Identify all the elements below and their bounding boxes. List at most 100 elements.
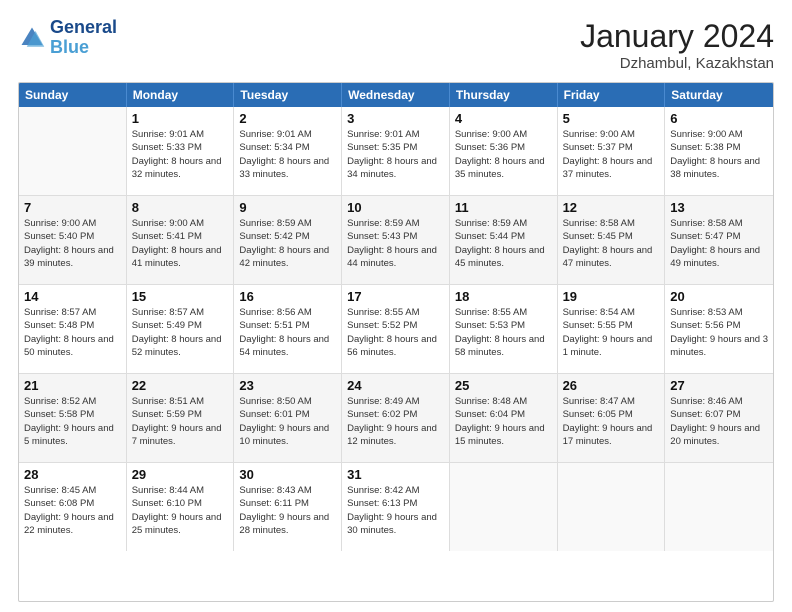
cell-details: Sunrise: 8:44 AMSunset: 6:10 PMDaylight:… <box>132 484 229 537</box>
subtitle: Dzhambul, Kazakhstan <box>580 55 774 72</box>
calendar-cell: 2 Sunrise: 9:01 AMSunset: 5:34 PMDaylight… <box>234 107 342 195</box>
day-number: 18 <box>455 289 552 304</box>
cell-details: Sunrise: 9:00 AMSunset: 5:38 PMDaylight:… <box>670 128 768 181</box>
cell-details: Sunrise: 8:52 AMSunset: 5:58 PMDaylight:… <box>24 395 121 448</box>
calendar-cell: 16 Sunrise: 8:56 AMSunset: 5:51 PMDayligh… <box>234 285 342 373</box>
header-day-thursday: Thursday <box>450 83 558 107</box>
calendar-cell: 7Sunrise: 9:00 AMSunset: 5:40 PMDaylight… <box>19 196 127 284</box>
cell-details: Sunrise: 8:55 AMSunset: 5:53 PMDaylight:… <box>455 306 552 359</box>
calendar-cell: 1Sunrise: 9:01 AMSunset: 5:33 PMDaylight… <box>127 107 235 195</box>
calendar-cell: 17 Sunrise: 8:55 AMSunset: 5:52 PMDayligh… <box>342 285 450 373</box>
cell-details: Sunrise: 8:47 AMSunset: 6:05 PMDaylight:… <box>563 395 660 448</box>
cell-details: Sunrise: 9:00 AMSunset: 5:37 PMDaylight:… <box>563 128 660 181</box>
cell-details: Sunrise: 8:57 AMSunset: 5:48 PMDaylight:… <box>24 306 121 359</box>
cell-details: Sunrise: 8:59 AMSunset: 5:44 PMDaylight:… <box>455 217 552 270</box>
calendar-cell: 21 Sunrise: 8:52 AMSunset: 5:58 PMDayligh… <box>19 374 127 462</box>
header-day-monday: Monday <box>127 83 235 107</box>
cell-details: Sunrise: 9:00 AMSunset: 5:36 PMDaylight:… <box>455 128 552 181</box>
cell-details: Sunrise: 9:01 AMSunset: 5:34 PMDaylight:… <box>239 128 336 181</box>
cell-details: Sunrise: 8:58 AMSunset: 5:47 PMDaylight:… <box>670 217 768 270</box>
calendar-cell: 31Sunrise: 8:42 AMSunset: 6:13 PMDayligh… <box>342 463 450 551</box>
day-number: 31 <box>347 467 444 482</box>
cell-details: Sunrise: 8:45 AMSunset: 6:08 PMDaylight:… <box>24 484 121 537</box>
calendar-cell: 8 Sunrise: 9:00 AMSunset: 5:41 PMDaylight… <box>127 196 235 284</box>
calendar-cell: 24Sunrise: 8:49 AMSunset: 6:02 PMDayligh… <box>342 374 450 462</box>
cell-details: Sunrise: 8:56 AMSunset: 5:51 PMDaylight:… <box>239 306 336 359</box>
day-number: 17 <box>347 289 444 304</box>
logo-line1: General <box>50 18 117 38</box>
day-number: 30 <box>239 467 336 482</box>
day-number: 21 <box>24 378 121 393</box>
day-number: 11 <box>455 200 552 215</box>
header-day-saturday: Saturday <box>665 83 773 107</box>
cell-details: Sunrise: 8:46 AMSunset: 6:07 PMDaylight:… <box>670 395 768 448</box>
calendar-cell <box>665 463 773 551</box>
calendar-cell <box>558 463 666 551</box>
cell-details: Sunrise: 8:54 AMSunset: 5:55 PMDaylight:… <box>563 306 660 359</box>
cell-details: Sunrise: 8:50 AMSunset: 6:01 PMDaylight:… <box>239 395 336 448</box>
calendar-cell <box>19 107 127 195</box>
day-number: 5 <box>563 111 660 126</box>
calendar: SundayMondayTuesdayWednesdayThursdayFrid… <box>18 82 774 602</box>
day-number: 22 <box>132 378 229 393</box>
calendar-week-1: 1Sunrise: 9:01 AMSunset: 5:33 PMDaylight… <box>19 107 773 196</box>
calendar-body: 1Sunrise: 9:01 AMSunset: 5:33 PMDaylight… <box>19 107 773 551</box>
calendar-cell: 9Sunrise: 8:59 AMSunset: 5:42 PMDaylight… <box>234 196 342 284</box>
day-number: 1 <box>132 111 229 126</box>
cell-details: Sunrise: 8:48 AMSunset: 6:04 PMDaylight:… <box>455 395 552 448</box>
calendar-cell: 4 Sunrise: 9:00 AMSunset: 5:36 PMDaylight… <box>450 107 558 195</box>
calendar-cell: 30 Sunrise: 8:43 AMSunset: 6:11 PMDayligh… <box>234 463 342 551</box>
cell-details: Sunrise: 8:55 AMSunset: 5:52 PMDaylight:… <box>347 306 444 359</box>
cell-details: Sunrise: 8:43 AMSunset: 6:11 PMDaylight:… <box>239 484 336 537</box>
calendar-cell <box>450 463 558 551</box>
day-number: 4 <box>455 111 552 126</box>
logo: General Blue <box>18 18 117 58</box>
calendar-cell: 20Sunrise: 8:53 AMSunset: 5:56 PMDayligh… <box>665 285 773 373</box>
calendar-cell: 11 Sunrise: 8:59 AMSunset: 5:44 PMDayligh… <box>450 196 558 284</box>
day-number: 2 <box>239 111 336 126</box>
main-title: January 2024 <box>580 18 774 55</box>
cell-details: Sunrise: 8:49 AMSunset: 6:02 PMDaylight:… <box>347 395 444 448</box>
logo-icon <box>18 24 46 52</box>
day-number: 27 <box>670 378 768 393</box>
calendar-header: SundayMondayTuesdayWednesdayThursdayFrid… <box>19 83 773 107</box>
day-number: 10 <box>347 200 444 215</box>
calendar-week-2: 7Sunrise: 9:00 AMSunset: 5:40 PMDaylight… <box>19 196 773 285</box>
calendar-cell: 13 Sunrise: 8:58 AMSunset: 5:47 PMDayligh… <box>665 196 773 284</box>
calendar-cell: 26Sunrise: 8:47 AMSunset: 6:05 PMDayligh… <box>558 374 666 462</box>
cell-details: Sunrise: 8:51 AMSunset: 5:59 PMDaylight:… <box>132 395 229 448</box>
header-day-friday: Friday <box>558 83 666 107</box>
page: General Blue January 2024 Dzhambul, Kaza… <box>0 0 792 612</box>
calendar-week-4: 21 Sunrise: 8:52 AMSunset: 5:58 PMDayligh… <box>19 374 773 463</box>
calendar-cell: 10Sunrise: 8:59 AMSunset: 5:43 PMDayligh… <box>342 196 450 284</box>
cell-details: Sunrise: 8:58 AMSunset: 5:45 PMDaylight:… <box>563 217 660 270</box>
day-number: 20 <box>670 289 768 304</box>
logo-text: General Blue <box>50 18 117 58</box>
calendar-cell: 5 Sunrise: 9:00 AMSunset: 5:37 PMDaylight… <box>558 107 666 195</box>
cell-details: Sunrise: 9:00 AMSunset: 5:40 PMDaylight:… <box>24 217 121 270</box>
title-block: January 2024 Dzhambul, Kazakhstan <box>580 18 774 72</box>
calendar-cell: 28 Sunrise: 8:45 AMSunset: 6:08 PMDayligh… <box>19 463 127 551</box>
cell-details: Sunrise: 9:00 AMSunset: 5:41 PMDaylight:… <box>132 217 229 270</box>
day-number: 3 <box>347 111 444 126</box>
calendar-cell: 6Sunrise: 9:00 AMSunset: 5:38 PMDaylight… <box>665 107 773 195</box>
day-number: 15 <box>132 289 229 304</box>
day-number: 28 <box>24 467 121 482</box>
header-day-tuesday: Tuesday <box>234 83 342 107</box>
day-number: 25 <box>455 378 552 393</box>
day-number: 29 <box>132 467 229 482</box>
calendar-cell: 25 Sunrise: 8:48 AMSunset: 6:04 PMDayligh… <box>450 374 558 462</box>
day-number: 8 <box>132 200 229 215</box>
cell-details: Sunrise: 9:01 AMSunset: 5:35 PMDaylight:… <box>347 128 444 181</box>
day-number: 19 <box>563 289 660 304</box>
day-number: 12 <box>563 200 660 215</box>
calendar-cell: 23 Sunrise: 8:50 AMSunset: 6:01 PMDayligh… <box>234 374 342 462</box>
day-number: 23 <box>239 378 336 393</box>
calendar-cell: 29 Sunrise: 8:44 AMSunset: 6:10 PMDayligh… <box>127 463 235 551</box>
calendar-cell: 18 Sunrise: 8:55 AMSunset: 5:53 PMDayligh… <box>450 285 558 373</box>
day-number: 13 <box>670 200 768 215</box>
calendar-cell: 27 Sunrise: 8:46 AMSunset: 6:07 PMDayligh… <box>665 374 773 462</box>
day-number: 16 <box>239 289 336 304</box>
calendar-cell: 3 Sunrise: 9:01 AMSunset: 5:35 PMDaylight… <box>342 107 450 195</box>
calendar-cell: 15Sunrise: 8:57 AMSunset: 5:49 PMDayligh… <box>127 285 235 373</box>
